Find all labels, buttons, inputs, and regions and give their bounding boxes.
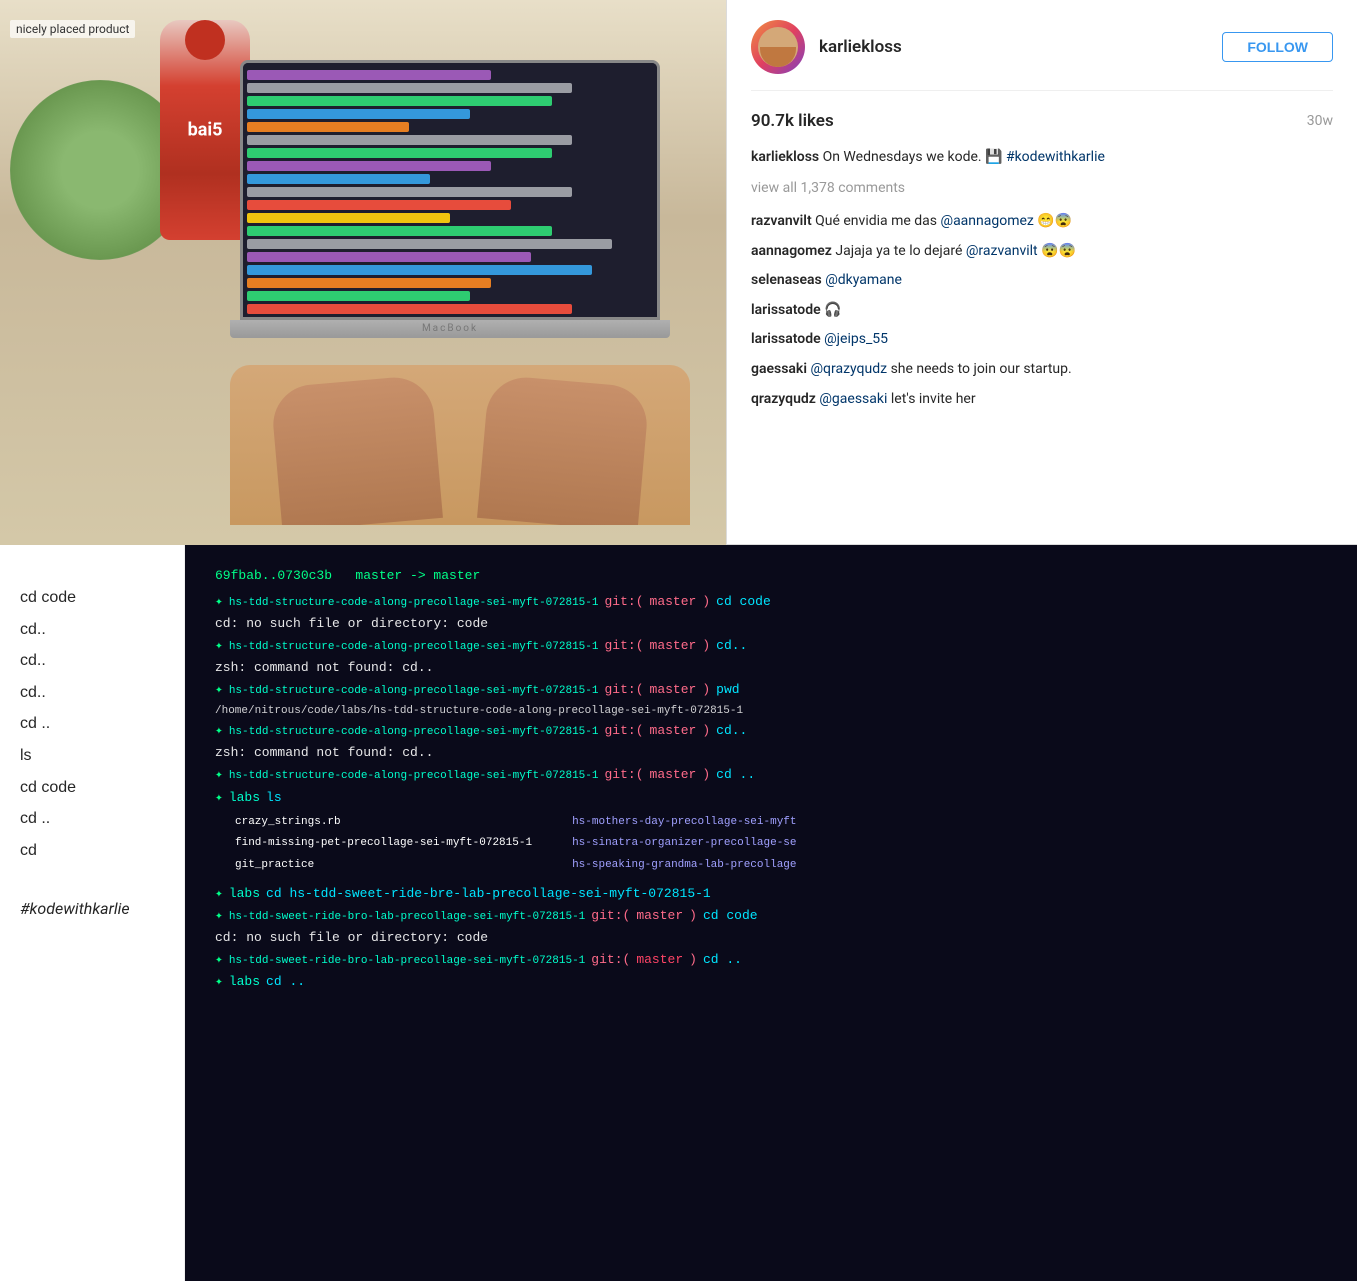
file-item: hs-mothers-day-precollage-sei-myft [572, 813, 796, 832]
comment: qrazyqudz @gaessaki let's invite her [751, 390, 1333, 410]
comment-text-2: let's invite her [891, 391, 976, 407]
laptop: MacBook [240, 60, 660, 340]
comment: larissatode @jeips_55 [751, 330, 1333, 350]
avatar [751, 20, 805, 74]
likes-count: 90.7k likes [751, 111, 834, 131]
term-header: 69fbab..0730c3b master -> master [215, 565, 480, 587]
file-listing: crazy_strings.rb find-missing-pet-precol… [235, 813, 1327, 875]
comment-mention[interactable]: @gaessaki [819, 391, 887, 407]
cmd-4: cd.. [20, 680, 164, 706]
comment: razvanvilt Qué envidia me das @aannagome… [751, 212, 1333, 232]
hands [230, 365, 690, 525]
caption: karliekloss On Wednesdays we kode. 💾 #ko… [751, 147, 1333, 168]
follow-button[interactable]: FOLLOW [1222, 32, 1333, 62]
term-line: 69fbab..0730c3b master -> master [215, 565, 1327, 591]
cmd-5: cd .. [20, 711, 164, 737]
comment: gaessaki @qrazyqudz she needs to join ou… [751, 360, 1333, 380]
term-line: /home/nitrous/code/labs/hs-tdd-structure… [215, 702, 1327, 721]
cmd-9: cd [20, 838, 164, 864]
product-label: nicely placed product [10, 20, 135, 38]
comment-mention[interactable]: @dkyamane [825, 272, 902, 288]
comment-mention[interactable]: @aannagomez [941, 213, 1034, 229]
caption-hashtag[interactable]: #kodewithkarlie [1006, 149, 1105, 165]
profile-header: karliekloss FOLLOW [751, 20, 1333, 91]
comment-user[interactable]: qrazyqudz [751, 391, 816, 407]
caption-text: On Wednesdays we kode. 💾 [823, 149, 1006, 165]
term-line: ✦ labs ls [215, 787, 1327, 809]
term-line: ✦ hs-tdd-structure-code-along-precollage… [215, 591, 1327, 613]
term-line: cd: no such file or directory: code [215, 927, 1327, 949]
file-item: hs-sinatra-organizer-precollage-se [572, 834, 796, 853]
top-photo: nicely placed product [0, 0, 726, 545]
comment-user[interactable]: larissatode [751, 331, 821, 347]
term-line: zsh: command not found: cd.. [215, 657, 1327, 679]
file-item: hs-speaking-grandma-lab-precollage [572, 856, 796, 875]
cmd-8: cd .. [20, 806, 164, 832]
term-line: ✦ labs cd hs-tdd-sweet-ride-bre-lab-prec… [215, 883, 1327, 905]
comment-user[interactable]: selenaseas [751, 272, 822, 288]
bottle-cap [185, 20, 225, 60]
comment-text: Qué envidia me das [815, 213, 940, 229]
caption-username[interactable]: karliekloss [751, 149, 819, 165]
view-comments[interactable]: view all 1,378 comments [751, 180, 1333, 196]
comment: larissatode 🎧 [751, 301, 1333, 321]
terminal-panel: 69fbab..0730c3b master -> master ✦ hs-td… [185, 545, 1357, 1281]
comment-text-2: she needs to join our startup. [891, 361, 1072, 377]
profile-username[interactable]: karliekloss [819, 37, 902, 57]
term-line: ✦ hs-tdd-sweet-ride-bro-lab-precollage-s… [215, 905, 1327, 927]
top-section: nicely placed product [0, 0, 1357, 545]
term-line: ✦ labs cd .. [215, 971, 1327, 993]
likes-row: 90.7k likes 30w [751, 111, 1333, 131]
term-line: zsh: command not found: cd.. [215, 742, 1327, 764]
term-line: ✦ hs-tdd-structure-code-along-precollage… [215, 720, 1327, 742]
file-item: crazy_strings.rb [235, 813, 532, 832]
comment-user[interactable]: aannagomez [751, 243, 832, 259]
laptop-brand: MacBook [230, 320, 670, 338]
term-line: ✦ hs-tdd-sweet-ride-bro-lab-precollage-s… [215, 949, 1327, 971]
comment-text: 🎧 [824, 302, 841, 318]
time-ago: 30w [1307, 113, 1333, 129]
comment-mention[interactable]: @jeips_55 [824, 331, 888, 347]
comment: selenaseas @dkyamane [751, 271, 1333, 291]
comment-mention[interactable]: @razvanvilt [966, 243, 1038, 259]
comment-text: Jajaja ya te lo dejaré [835, 243, 965, 259]
comment: aannagomez Jajaja ya te lo dejaré @razva… [751, 242, 1333, 262]
comment-user[interactable]: gaessaki [751, 361, 807, 377]
file-item: find-missing-pet-precollage-sei-myft-072… [235, 834, 532, 853]
cmd-2: cd.. [20, 617, 164, 643]
instagram-panel: karliekloss FOLLOW 90.7k likes 30w karli… [726, 0, 1357, 544]
comments-list: razvanvilt Qué envidia me das @aannagome… [751, 212, 1333, 409]
file-item: git_practice [235, 856, 532, 875]
term-line: ✦ hs-tdd-structure-code-along-precollage… [215, 635, 1327, 657]
comment-user[interactable]: razvanvilt [751, 213, 812, 229]
left-commands-panel: cd code cd.. cd.. cd.. cd .. ls cd code … [0, 545, 185, 1281]
bai-bottle [160, 20, 250, 240]
term-line: cd: no such file or directory: code [215, 613, 1327, 635]
laptop-screen [240, 60, 660, 320]
cmd-6: ls [20, 743, 164, 769]
term-line: ✦ hs-tdd-structure-code-along-precollage… [215, 679, 1327, 701]
cmd-3: cd.. [20, 648, 164, 674]
comment-user[interactable]: larissatode [751, 302, 821, 318]
bottom-section: cd code cd.. cd.. cd.. cd .. ls cd code … [0, 545, 1357, 1281]
term-line: ✦ hs-tdd-structure-code-along-precollage… [215, 764, 1327, 786]
hashtag-bottom: #kodewithkarlie [20, 899, 164, 918]
comment-mention[interactable]: @qrazyqudz [810, 361, 887, 377]
cmd-1: cd code [20, 585, 164, 611]
cmd-7: cd code [20, 775, 164, 801]
